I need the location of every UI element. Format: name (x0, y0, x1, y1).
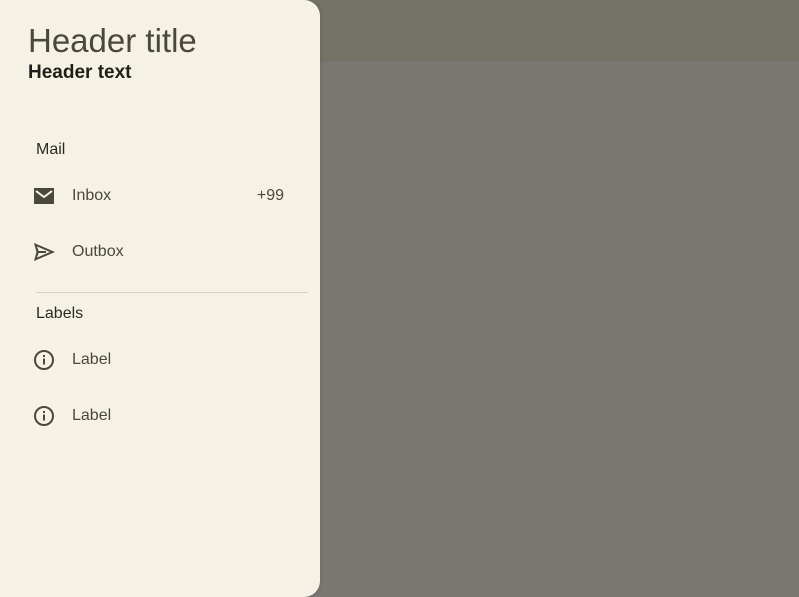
drawer-header-text: Header text (28, 62, 132, 83)
drawer-header-title: Header title (28, 22, 197, 59)
info-icon (34, 406, 54, 426)
nav-item-inbox[interactable]: Inbox +99 (12, 168, 308, 224)
navigation-drawer: Header title Header text Mail Inbox +99 … (0, 0, 320, 597)
nav-item-label: Outbox (72, 243, 124, 260)
section-divider (36, 292, 308, 293)
nav-item-label-1[interactable]: Label (12, 332, 308, 388)
nav-item-label-2[interactable]: Label (12, 388, 308, 444)
inbox-badge: +99 (256, 187, 284, 204)
nav-item-label: Inbox (72, 187, 112, 204)
section-label-mail: Mail (36, 141, 66, 158)
info-icon (34, 350, 54, 370)
nav-item-label: Label (72, 351, 112, 368)
mail-icon (34, 188, 54, 204)
send-icon (34, 243, 55, 261)
nav-item-label: Label (72, 407, 112, 424)
section-label-labels: Labels (36, 305, 84, 322)
nav-item-outbox[interactable]: Outbox (12, 224, 308, 280)
